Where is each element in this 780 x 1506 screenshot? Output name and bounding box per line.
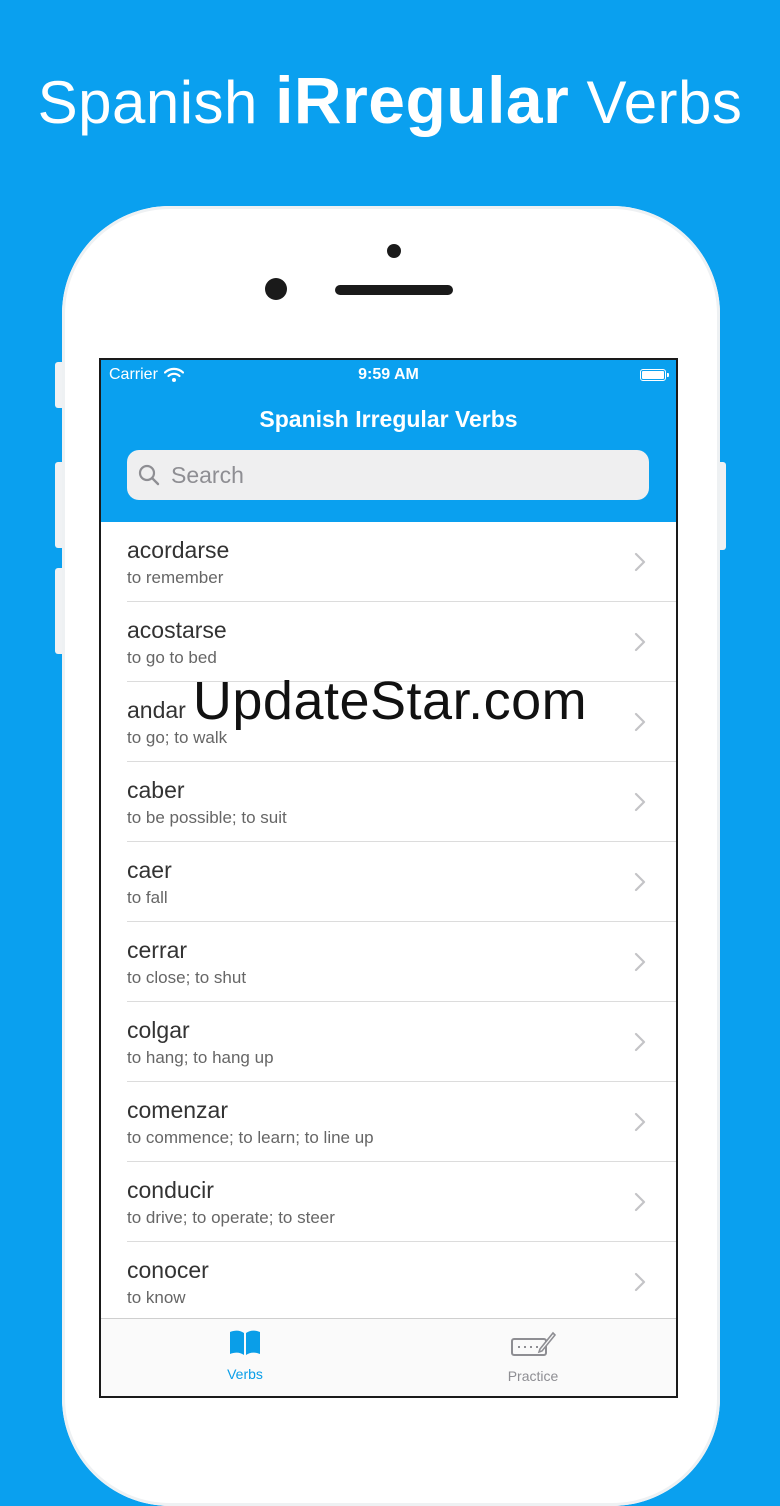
verb-name: acordarse [127,537,230,563]
verb-meaning: to commence; to learn; to line up [127,1128,374,1147]
verb-meaning: to close; to shut [127,968,247,987]
headline-part-3: Verbs [569,69,743,136]
verb-meaning: to drive; to operate; to steer [127,1208,335,1227]
chevron-right-icon [634,872,646,892]
verb-meaning: to go to bed [127,648,217,667]
page-title: Spanish Irregular Verbs [259,406,518,432]
list-item[interactable]: caer to fall [101,842,676,922]
chevron-right-icon [634,1272,646,1292]
chevron-right-icon [634,552,646,572]
tab-verbs-label: Verbs [227,1366,263,1382]
proximity-sensor [265,278,287,300]
chevron-right-icon [634,952,646,972]
verb-list: acordarse to remember acostarse to go to… [101,522,676,1322]
chevron-right-icon [634,1192,646,1212]
list-item[interactable]: conocer to know [101,1242,676,1322]
status-bar: Carrier 9:59 AM [101,366,676,390]
chevron-right-icon [634,1112,646,1132]
list-item[interactable]: comenzar to commence; to learn; to line … [101,1082,676,1162]
verb-meaning: to fall [127,888,168,907]
status-time: 9:59 AM [358,366,419,383]
book-icon [230,1330,260,1355]
list-item[interactable]: caber to be possible; to suit [101,762,676,842]
verb-name: cerrar [127,937,188,963]
app-screen: Carrier 9:59 AM Spanish Irregular Verbs … [99,358,678,1398]
chevron-right-icon [634,792,646,812]
front-camera [387,244,401,258]
keyboard-pen-icon [511,1331,557,1356]
tab-bar: Verbs Practice [101,1318,676,1396]
tab-practice[interactable]: Practice [433,1329,633,1384]
verb-name: acostarse [127,617,227,643]
headline-part-1: Spanish [37,69,276,136]
list-item[interactable]: conducir to drive; to operate; to steer [101,1162,676,1242]
search-icon [138,464,160,486]
verb-name: conocer [127,1257,209,1283]
chevron-right-icon [634,632,646,652]
verb-name: comenzar [127,1097,228,1123]
verb-meaning: to remember [127,568,224,587]
verb-meaning: to know [127,1288,186,1307]
verb-name: caber [127,777,185,803]
tab-verbs[interactable]: Verbs [145,1329,345,1382]
verb-meaning: to hang; to hang up [127,1048,274,1067]
chevron-right-icon [634,1032,646,1052]
earpiece-speaker [335,285,453,295]
verb-meaning: to be possible; to suit [127,808,287,827]
navigation-header: Carrier 9:59 AM Spanish Irregular Verbs [101,360,676,522]
list-item[interactable]: acordarse to remember [101,522,676,602]
search-bar[interactable] [127,450,649,500]
verb-name: conducir [127,1177,214,1203]
battery-icon [640,369,669,381]
list-item[interactable]: cerrar to close; to shut [101,922,676,1002]
search-input[interactable] [169,460,613,490]
list-item[interactable]: colgar to hang; to hang up [101,1002,676,1082]
headline-part-2: iRregular [275,63,570,137]
promo-headline: Spanish iRregular Verbs [0,62,780,138]
watermark-text: UpdateStar.com [192,671,588,731]
verb-name: caer [127,857,172,883]
verb-name: colgar [127,1017,190,1043]
tab-practice-label: Practice [507,1368,559,1384]
